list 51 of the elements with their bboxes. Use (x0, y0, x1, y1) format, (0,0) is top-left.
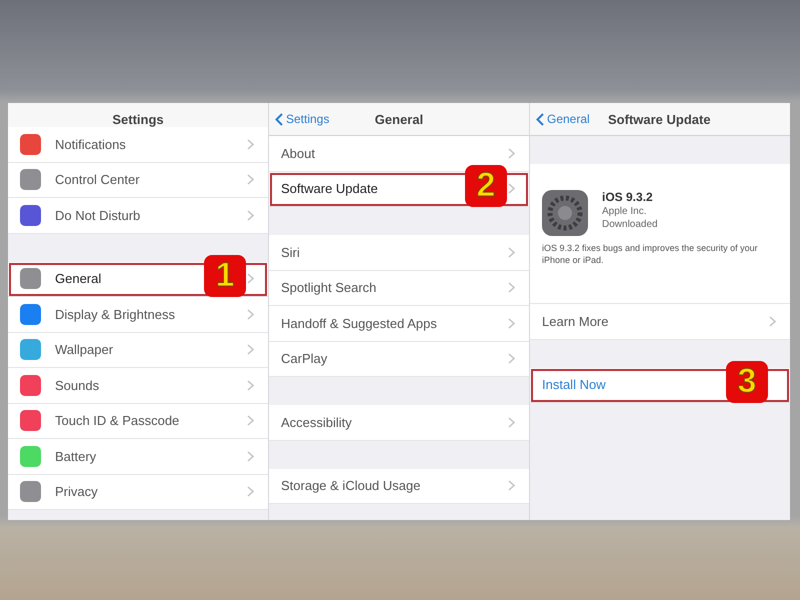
settings-row[interactable]: Do Not Disturb (8, 198, 268, 234)
settings-row[interactable]: Accessibility (269, 405, 529, 440)
settings-row[interactable]: Storage & iCloud Usage (269, 468, 529, 504)
update-name: iOS 9.3.2 (602, 190, 654, 204)
chevron-icon (508, 282, 515, 294)
chevron-icon (247, 380, 254, 391)
back-button[interactable]: Settings (275, 112, 330, 126)
settings-row[interactable]: Sounds (8, 368, 268, 404)
settings-row[interactable]: Display & Brightness (8, 297, 268, 332)
back-chevron-icon (275, 112, 283, 126)
settings-row[interactable]: Notifications (8, 127, 268, 162)
chevron-icon (247, 450, 254, 462)
settings-row[interactable]: Wallpaper (8, 332, 268, 368)
chevron-icon (508, 318, 515, 329)
chevron-icon (508, 183, 515, 194)
settings-row[interactable]: Learn More (530, 304, 790, 340)
gear-icon (542, 190, 588, 236)
chevron-icon (247, 486, 254, 498)
back-chevron-icon (536, 112, 544, 126)
chevron-icon (769, 316, 776, 327)
screen-title: Software Update (608, 112, 711, 126)
settings-row[interactable]: Spotlight Search (269, 270, 529, 306)
chevron-icon (508, 148, 515, 159)
chevron-icon (508, 416, 515, 428)
update-vendor: Apple Inc. (602, 206, 648, 217)
chevron-icon (247, 415, 254, 426)
settings-row[interactable]: Control Center (8, 162, 268, 198)
settings-row[interactable]: Siri (269, 235, 529, 270)
chevron-icon (247, 273, 254, 284)
settings-row[interactable]: About (269, 136, 529, 172)
settings-row[interactable]: Privacy (8, 474, 268, 510)
update-description: iOS 9.3.2 fixes bugs and improves the security of your iPhone or iPad. (542, 242, 759, 266)
screen-title: Settings (112, 112, 164, 126)
chevron-icon (247, 210, 254, 221)
update-status: Downloaded (602, 219, 658, 230)
screen-title: General (374, 112, 424, 126)
chevron-icon (247, 308, 254, 320)
step-callout-tooltip: 1 (204, 254, 246, 296)
settings-row[interactable]: Touch ID & Passcode (8, 404, 268, 439)
step-callout-tooltip: 3 (726, 360, 768, 402)
chevron-icon (247, 138, 254, 150)
step-callout-tooltip: 2 (465, 164, 507, 206)
settings-row[interactable]: CarPlay (269, 342, 529, 377)
chevron-icon (508, 246, 515, 258)
chevron-icon (247, 174, 254, 186)
settings-row[interactable]: Handoff & Suggested Apps (269, 306, 529, 342)
chevron-icon (508, 353, 515, 364)
chevron-icon (508, 480, 515, 492)
settings-row[interactable]: Battery (8, 439, 268, 474)
chevron-icon (247, 344, 254, 356)
back-button[interactable]: General (536, 112, 590, 126)
